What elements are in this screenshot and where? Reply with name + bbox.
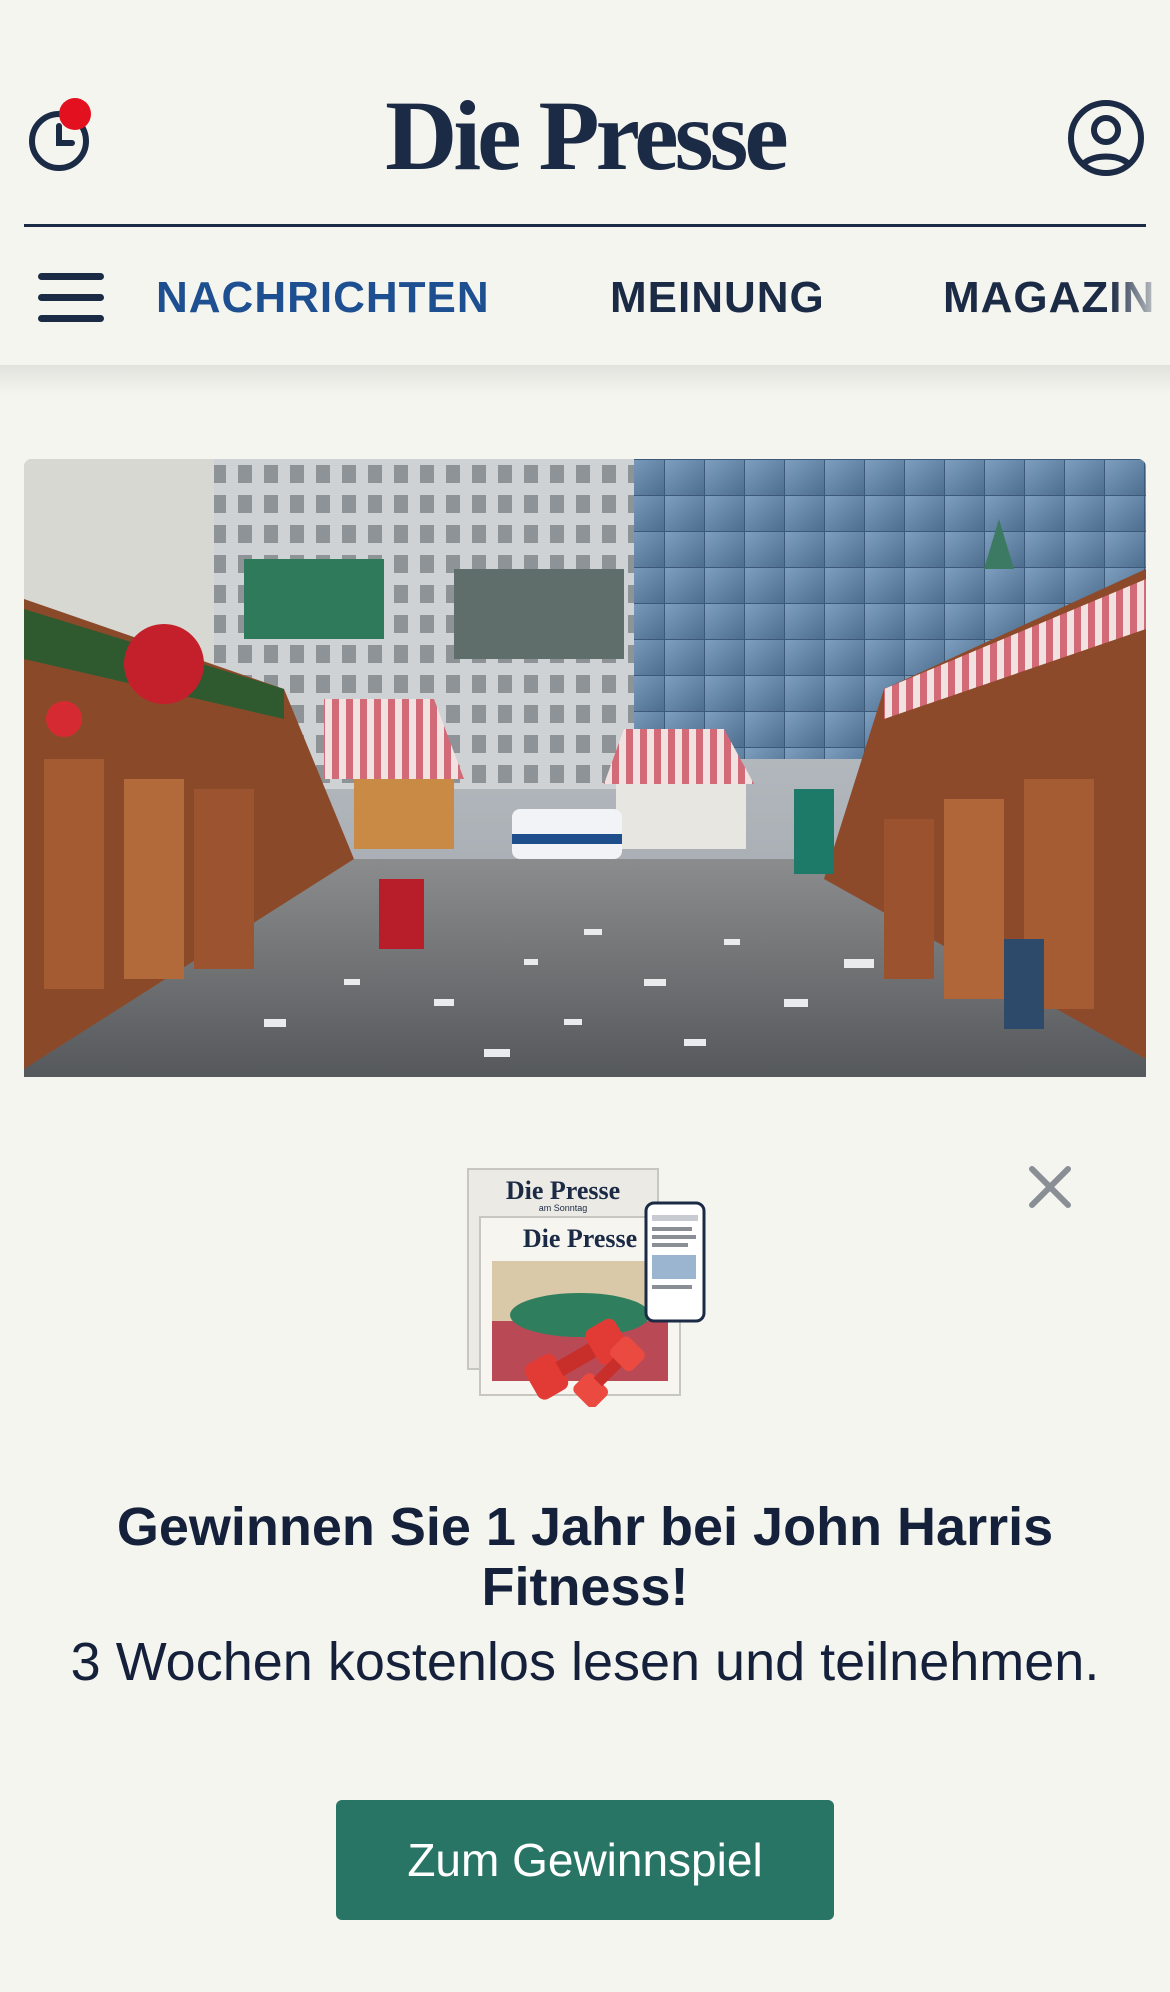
gewinnspiel-button[interactable]: Zum Gewinnspiel [336,1800,834,1920]
nav-scroll-fade [1110,227,1170,365]
close-icon [1029,1166,1071,1208]
menu-bar [38,294,104,301]
account-button[interactable] [1066,98,1146,178]
menu-bar [38,315,104,322]
promo-image: Die Presse am Sonntag Die Presse [462,1165,708,1408]
promo-subtitle: 3 Wochen kostenlos lesen und teilnehmen. [70,1632,1100,1692]
main-navigation: NACHRICHTEN MEINUNG MAGAZIN [0,227,1170,365]
notification-dot [59,98,91,130]
menu-button[interactable] [38,269,106,325]
promo-image-logo-2: Die Presse [523,1224,637,1253]
promo-overlay: Die Presse am Sonntag Die Presse Gewinne… [0,1077,1170,1992]
promo-title: Gewinnen Sie 1 Jahr bei John Harris Fitn… [116,1497,1054,1617]
promo-image-logo-1-sub: am Sonntag [539,1203,588,1213]
site-logo[interactable]: Die Presse [330,76,840,196]
close-button[interactable] [1024,1161,1076,1213]
history-button[interactable] [28,98,94,178]
nav-item-meinung[interactable]: MEINUNG [610,271,825,325]
nav-item-nachrichten[interactable]: NACHRICHTEN [156,271,490,325]
menu-bar [38,273,104,280]
promo-image-logo-1: Die Presse [506,1176,620,1205]
header-shadow [0,365,1170,395]
user-account-icon [1068,100,1144,176]
app-header: Die Presse NACHRICHTEN MEINUNG MAGAZIN [0,0,1170,365]
hero-image[interactable] [24,459,1146,1079]
christmas-market-photo [24,459,1146,1079]
newspaper-dumbbells-illustration: Die Presse am Sonntag Die Presse [467,1168,706,1408]
